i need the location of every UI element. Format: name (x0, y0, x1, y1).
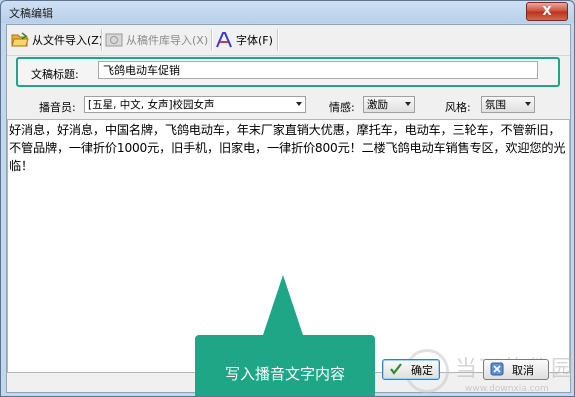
announcer-label: 播音员: (39, 101, 76, 114)
font-label: 字体(F) (236, 34, 273, 47)
dialog-client-area: 从文件导入(Z) 从稿件库导入(X) 字体(F) 文稿标题: 飞鸽电动车促销 播… (6, 24, 573, 396)
dialog-window: 文稿编辑 X 从文件导入(Z) 从稿件库导入(X) 字体(F) 文稿标题: 飞鸽… (0, 0, 575, 397)
style-select[interactable]: 氛围 (481, 96, 535, 113)
callout-pointer (263, 275, 303, 335)
close-button[interactable]: X (526, 2, 568, 21)
toolbar-separator (211, 29, 213, 51)
import-from-file-label: 从文件导入(Z) (32, 34, 104, 47)
window-title: 文稿编辑 (9, 7, 53, 20)
cancel-button[interactable]: 取消 (483, 359, 549, 380)
emotion-value: 激励 (367, 99, 388, 111)
announcer-select[interactable]: [五星, 中文, 女声]校园女声 (84, 96, 306, 113)
font-button[interactable]: 字体(F) (215, 30, 273, 50)
callout-text: 写入播音文字内容 (224, 365, 345, 383)
title-input[interactable]: 飞鸽电动车促销 (98, 61, 538, 79)
content-text: 好消息，好消息，中国名牌，飞鸽电动车，年末厂家直销大优惠，摩托车，电动车，三轮车… (9, 123, 566, 173)
import-from-library-button[interactable]: 从稿件库导入(X) (105, 30, 208, 50)
import-from-file-button[interactable]: 从文件导入(Z) (11, 30, 103, 50)
title-bar[interactable]: 文稿编辑 X (1, 1, 574, 23)
instruction-callout: 写入播音文字内容 (195, 275, 375, 396)
check-icon (389, 362, 407, 378)
announcer-value: [五星, 中文, 女声]校园女声 (88, 99, 215, 111)
toolbar-separator (277, 29, 279, 51)
emotion-label: 情感: (329, 101, 355, 114)
chevron-down-icon (296, 102, 302, 106)
cancel-icon (490, 362, 508, 378)
content-textarea[interactable]: 好消息，好消息，中国名牌，飞鸽电动车，年末厂家直销大优惠，摩托车，电动车，三轮车… (7, 119, 570, 396)
title-field-group: 文稿标题: 飞鸽电动车促销 (16, 57, 560, 87)
style-value: 氛围 (485, 99, 506, 111)
library-import-icon (105, 32, 123, 48)
style-label: 风格: (445, 101, 471, 114)
chevron-down-icon (405, 102, 411, 106)
title-field-label: 文稿标题: (31, 68, 79, 81)
folder-open-icon (11, 32, 29, 48)
ok-button[interactable]: 确定 (382, 359, 440, 380)
watermark-url: www.downxia.com (465, 384, 549, 394)
cancel-label: 取消 (512, 363, 534, 377)
toolbar-separator (101, 29, 103, 51)
ok-label: 确定 (411, 363, 433, 377)
emotion-select[interactable]: 激励 (363, 96, 415, 113)
font-icon (215, 32, 233, 48)
import-from-library-label: 从稿件库导入(X) (126, 34, 209, 47)
toolbar: 从文件导入(Z) 从稿件库导入(X) 字体(F) (7, 25, 570, 56)
voice-settings-row: 播音员: [五星, 中文, 女声]校园女声 情感: 激励 风格: 氛围 (7, 95, 570, 117)
chevron-down-icon (525, 102, 531, 106)
